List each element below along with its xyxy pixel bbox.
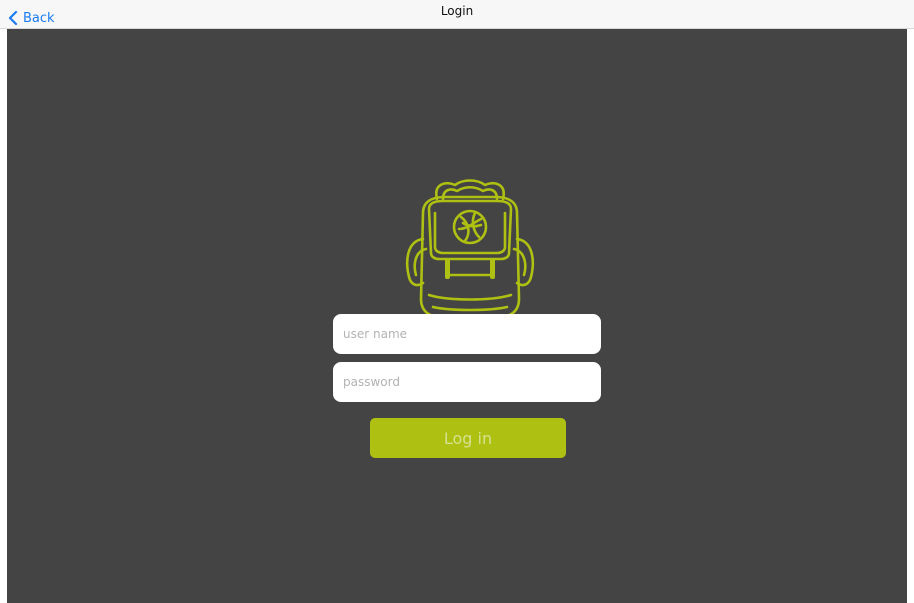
navigation-bar: Back Login <box>0 0 914 29</box>
backpack-logo-icon <box>405 179 535 325</box>
page-title: Login <box>440 4 474 18</box>
login-panel: Log in <box>7 29 907 603</box>
password-field[interactable] <box>333 362 601 402</box>
app-window: Back Login user name Log in <box>0 0 914 603</box>
login-button[interactable]: Log in <box>370 418 566 458</box>
username-field[interactable] <box>333 314 601 354</box>
